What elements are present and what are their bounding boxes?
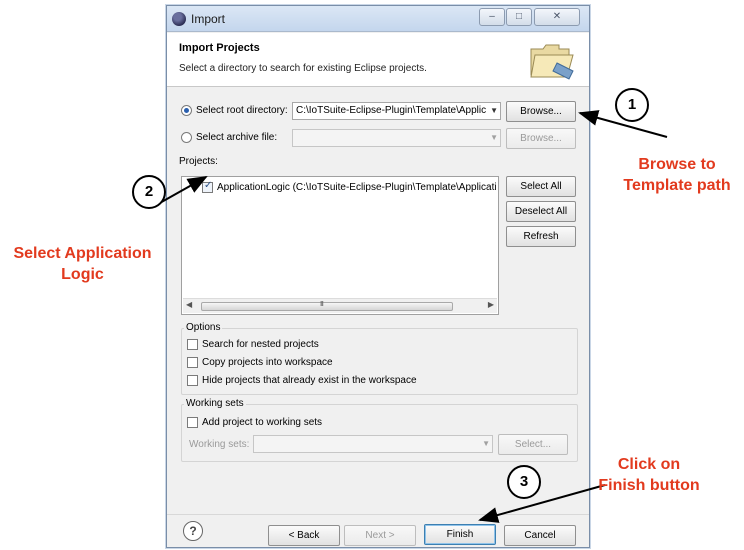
archive-file-label: Select archive file:: [196, 132, 278, 143]
callout-circle-2: 2: [132, 175, 166, 209]
maximize-button[interactable]: □: [506, 8, 532, 26]
note-select: Select Application Logic: [0, 243, 165, 285]
root-directory-combo[interactable]: C:\IoTSuite-Eclipse-Plugin\Template\Appl…: [292, 102, 501, 120]
chevron-down-icon[interactable]: ▼: [482, 436, 490, 452]
working-sets-label: Working sets:: [189, 439, 250, 450]
deselect-all-button[interactable]: Deselect All: [506, 201, 576, 222]
browse-archive-button[interactable]: Browse...: [506, 128, 576, 149]
hide-existing-checkbox[interactable]: [187, 375, 198, 386]
projects-list[interactable]: ✓ ApplicationLogic (C:\IoTSuite-Eclipse-…: [181, 176, 499, 315]
chevron-down-icon[interactable]: ▼: [490, 130, 498, 146]
eclipse-icon: [172, 12, 186, 26]
nested-projects-label: Search for nested projects: [202, 339, 319, 350]
archive-file-radio[interactable]: [181, 132, 192, 143]
note-select-line2: Logic: [61, 266, 104, 283]
archive-file-combo[interactable]: ▼: [292, 129, 501, 147]
root-directory-value: C:\IoTSuite-Eclipse-Plugin\Template\Appl…: [296, 105, 487, 116]
next-button[interactable]: Next >: [344, 525, 416, 546]
check-icon: ✓: [204, 180, 213, 191]
working-sets-combo[interactable]: ▼: [253, 435, 493, 453]
callout-circle-3: 3: [507, 465, 541, 499]
select-all-button[interactable]: Select All: [506, 176, 576, 197]
hide-existing-label: Hide projects that already exist in the …: [202, 375, 417, 386]
add-to-working-sets-label: Add project to working sets: [202, 417, 323, 428]
scroll-left-icon[interactable]: ◀: [186, 300, 192, 309]
scroll-grip: III: [320, 301, 324, 308]
refresh-button[interactable]: Refresh: [506, 226, 576, 247]
back-button[interactable]: < Back: [268, 525, 340, 546]
wizard-header: Import Projects Select a directory to se…: [167, 33, 589, 87]
projects-label: Projects:: [179, 156, 218, 167]
callout-circle-1: 1: [615, 88, 649, 122]
note-browse-line1: Browse to: [638, 156, 716, 173]
note-finish-line2: Finish button: [598, 477, 700, 494]
note-select-line1: Select Application: [13, 245, 152, 262]
working-sets-title: Working sets: [184, 398, 246, 409]
scrollbar-thumb[interactable]: III: [201, 301, 453, 311]
root-directory-radio[interactable]: [181, 105, 192, 116]
title-bar: Import – □ ✕: [167, 6, 589, 32]
copy-projects-label: Copy projects into workspace: [202, 357, 333, 368]
note-finish: Click on Finish button: [584, 454, 714, 496]
finish-button[interactable]: Finish: [424, 524, 496, 545]
root-directory-label: Select root directory:: [196, 105, 288, 116]
window-title: Import: [191, 12, 226, 26]
note-finish-line1: Click on: [617, 456, 681, 473]
help-icon[interactable]: ?: [183, 521, 203, 541]
minimize-button[interactable]: –: [479, 8, 505, 26]
page-title: Import Projects: [179, 42, 260, 54]
copy-projects-checkbox[interactable]: [187, 357, 198, 368]
footer-divider: [167, 514, 589, 515]
page-description: Select a directory to search for existin…: [179, 63, 427, 74]
scroll-right-icon[interactable]: ▶: [488, 300, 494, 309]
select-working-sets-button[interactable]: Select...: [498, 434, 568, 455]
close-button[interactable]: ✕: [534, 8, 580, 26]
options-title: Options: [184, 322, 223, 333]
chevron-down-icon[interactable]: ▼: [490, 103, 498, 119]
note-browse-line2: Template path: [623, 177, 731, 194]
project-checkbox[interactable]: ✓: [202, 180, 213, 193]
browse-root-button[interactable]: Browse...: [506, 101, 576, 122]
horizontal-scrollbar[interactable]: ◀ III ▶: [183, 298, 497, 313]
nested-projects-checkbox[interactable]: [187, 339, 198, 350]
folder-icon: [530, 44, 574, 80]
cancel-button[interactable]: Cancel: [504, 525, 576, 546]
project-item-label[interactable]: ApplicationLogic (C:\IoTSuite-Eclipse-Pl…: [217, 182, 497, 193]
add-to-working-sets-checkbox[interactable]: [187, 417, 198, 428]
note-browse: Browse to Template path: [612, 154, 742, 196]
